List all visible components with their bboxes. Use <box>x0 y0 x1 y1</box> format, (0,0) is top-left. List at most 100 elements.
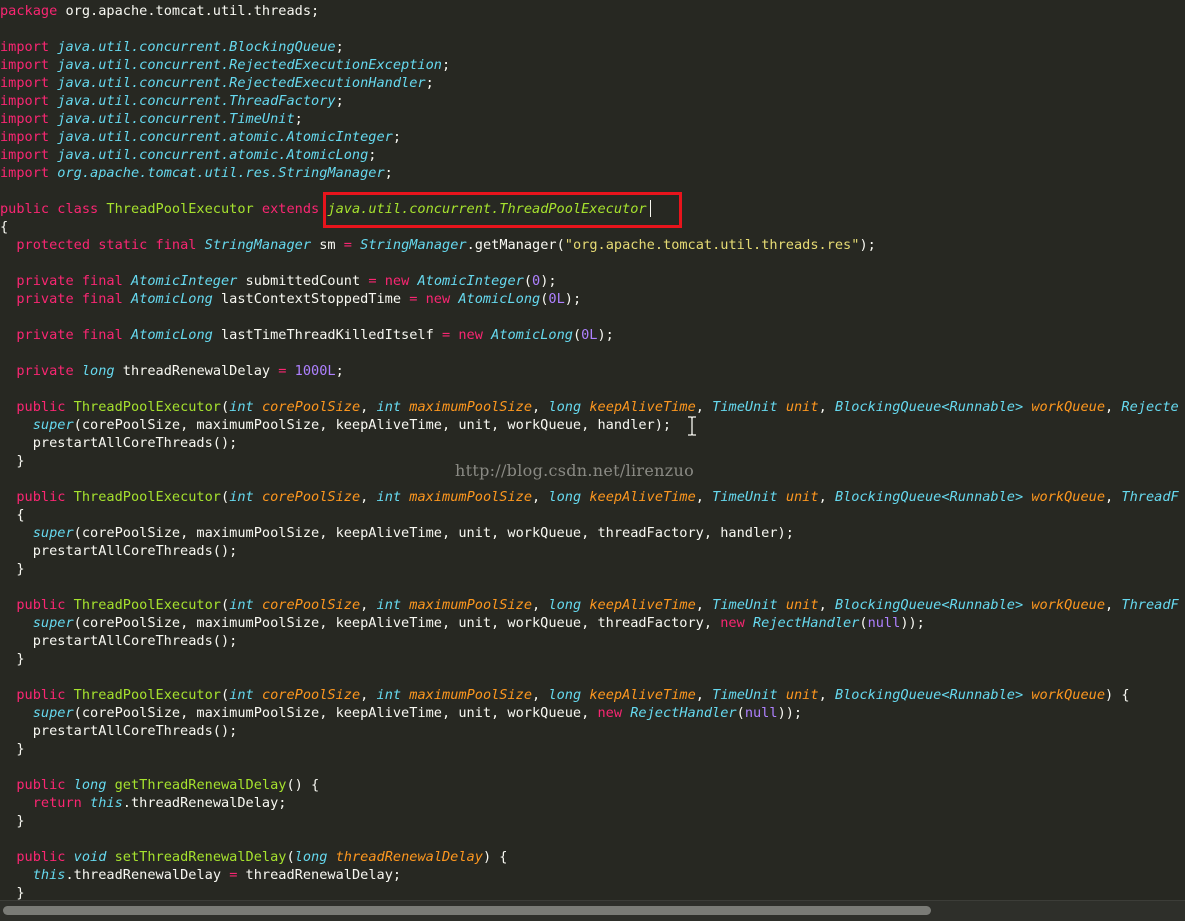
code-line[interactable]: import java.util.concurrent.RejectedExec… <box>0 56 450 74</box>
code-token-default <box>74 363 82 379</box>
code-line[interactable]: } <box>0 884 24 900</box>
code-token-default: () { <box>286 777 320 793</box>
code-token-parameter: keepAliveTime <box>589 399 696 415</box>
code-line[interactable]: prestartAllCoreThreads(); <box>0 722 238 740</box>
code-line[interactable]: public ThreadPoolExecutor(int corePoolSi… <box>0 398 1178 416</box>
code-token-default <box>196 237 204 253</box>
code-line[interactable]: private final AtomicLong lastTimeThreadK… <box>0 326 614 344</box>
code-editor[interactable]: package org.apache.tomcat.util.threads; i… <box>0 0 1185 900</box>
code-line[interactable]: public ThreadPoolExecutor(int corePoolSi… <box>0 596 1178 614</box>
code-token-default <box>0 705 33 721</box>
code-line[interactable]: super(corePoolSize, maximumPoolSize, kee… <box>0 614 925 632</box>
code-line[interactable]: { <box>0 218 8 236</box>
code-token-parameter: corePoolSize <box>261 597 361 613</box>
horizontal-scrollbar[interactable] <box>0 900 1185 921</box>
code-line[interactable]: private long threadRenewalDelay = 1000L; <box>0 362 343 380</box>
code-line[interactable]: import java.util.concurrent.BlockingQueu… <box>0 38 344 56</box>
code-token-type: TimeUnit <box>712 489 778 505</box>
code-line[interactable]: super(corePoolSize, maximumPoolSize, kee… <box>0 416 671 434</box>
code-token-type: this <box>32 867 66 883</box>
code-line[interactable]: import java.util.concurrent.TimeUnit; <box>0 110 303 128</box>
code-line[interactable]: public void setThreadRenewalDelay(long t… <box>0 848 507 866</box>
code-line[interactable]: import java.util.concurrent.ThreadFactor… <box>0 92 344 110</box>
code-line[interactable]: import org.apache.tomcat.util.res.String… <box>0 164 393 182</box>
code-line[interactable]: private final AtomicInteger submittedCou… <box>0 272 556 290</box>
code-token-default: org.apache.tomcat.util.threads; <box>57 3 320 19</box>
code-token-number: 1000L <box>294 363 336 379</box>
code-token-default: .threadRenewalDelay <box>65 867 230 883</box>
code-line[interactable]: } <box>0 650 24 668</box>
code-token-keyword: new <box>597 705 623 721</box>
code-token-parameter: workQueue <box>1031 489 1106 505</box>
code-line[interactable]: prestartAllCoreThreads(); <box>0 542 238 560</box>
ibeam-cursor-icon <box>688 416 696 436</box>
code-line[interactable]: } <box>0 740 25 758</box>
text-caret <box>650 200 651 217</box>
code-token-function: ThreadPoolExecutor <box>73 489 221 505</box>
code-token-default <box>778 399 786 415</box>
code-token-parameter: maximumPoolSize <box>409 489 533 505</box>
code-line[interactable]: super(corePoolSize, maximumPoolSize, kee… <box>0 704 802 722</box>
code-token-parameter: workQueue <box>1031 399 1106 415</box>
code-token-type: BlockingQueue<Runnable> <box>834 399 1024 415</box>
code-token-default: ; <box>335 93 344 109</box>
code-line[interactable]: import java.util.concurrent.RejectedExec… <box>0 74 434 92</box>
code-line[interactable]: prestartAllCoreThreads(); <box>0 632 238 650</box>
code-line[interactable]: } <box>0 452 24 470</box>
code-line[interactable]: import java.util.concurrent.atomic.Atomi… <box>0 128 401 146</box>
code-token-default: ( <box>736 705 745 721</box>
code-token-default: , <box>695 489 713 505</box>
code-token-parameter: maximumPoolSize <box>409 597 533 613</box>
code-line[interactable]: super(corePoolSize, maximumPoolSize, kee… <box>0 524 794 542</box>
code-token-type: StringManager <box>204 237 312 253</box>
code-token-type: int <box>376 597 402 613</box>
code-token-parameter: workQueue <box>1031 597 1106 613</box>
code-token-keyword: = <box>368 273 377 289</box>
code-token-default <box>778 687 786 703</box>
code-token-default <box>74 327 82 343</box>
code-line[interactable]: return this.threadRenewalDelay; <box>0 794 287 812</box>
code-line[interactable]: public ThreadPoolExecutor(int corePoolSi… <box>0 686 1129 704</box>
code-token-type: AtomicInteger <box>130 273 238 289</box>
code-token-parameter: workQueue <box>1031 687 1106 703</box>
code-token-type: AtomicLong <box>458 291 541 307</box>
code-token-number: null <box>744 705 778 721</box>
code-token-function: ThreadPoolExecutor <box>73 687 221 703</box>
code-token-default: } <box>0 741 25 757</box>
code-line[interactable]: { <box>0 506 24 524</box>
code-line[interactable]: this.threadRenewalDelay = threadRenewalD… <box>0 866 401 884</box>
code-line[interactable]: protected static final StringManager sm … <box>0 236 875 254</box>
code-token-type: AtomicLong <box>130 327 213 343</box>
code-token-default: threadRenewalDelay <box>114 363 279 379</box>
code-token-type: java.util.concurrent.BlockingQueue <box>57 39 336 55</box>
code-token-keyword: package <box>0 3 58 19</box>
code-line[interactable]: } <box>0 560 24 578</box>
code-line[interactable]: public ThreadPoolExecutor(int corePoolSi… <box>0 488 1178 506</box>
code-token-function: ThreadPoolExecutor <box>106 201 254 217</box>
scrollbar-thumb[interactable] <box>3 906 931 915</box>
code-token-default: ( <box>221 489 230 505</box>
code-token-type: int <box>229 489 254 505</box>
code-token-default: )); <box>777 705 803 721</box>
code-line[interactable]: private final AtomicLong lastContextStop… <box>0 290 581 308</box>
code-token-number: 0L <box>548 291 565 307</box>
code-line[interactable]: public long getThreadRenewalDelay() { <box>0 776 319 794</box>
code-token-default <box>0 867 33 883</box>
code-token-keyword: public <box>16 399 66 415</box>
code-token-keyword: private <box>16 363 74 379</box>
code-token-default: ( <box>286 849 295 865</box>
code-token-default <box>377 273 385 289</box>
code-line[interactable]: public class ThreadPoolExecutor extends … <box>0 200 647 218</box>
code-line[interactable]: } <box>0 812 24 830</box>
code-token-default <box>254 489 262 505</box>
code-token-default: submittedCount <box>237 273 369 289</box>
code-token-keyword: public <box>16 849 66 865</box>
code-token-type: long <box>548 687 582 703</box>
code-line[interactable]: prestartAllCoreThreads(); <box>0 434 238 452</box>
code-line[interactable]: import java.util.concurrent.atomic.Atomi… <box>0 146 376 164</box>
code-token-default: lastTimeThreadKilledItself <box>212 327 442 343</box>
code-token-default: ; <box>294 111 303 127</box>
code-line[interactable]: package org.apache.tomcat.util.threads; <box>0 2 319 20</box>
code-token-default: , <box>1105 399 1122 415</box>
code-token-default <box>0 489 16 505</box>
